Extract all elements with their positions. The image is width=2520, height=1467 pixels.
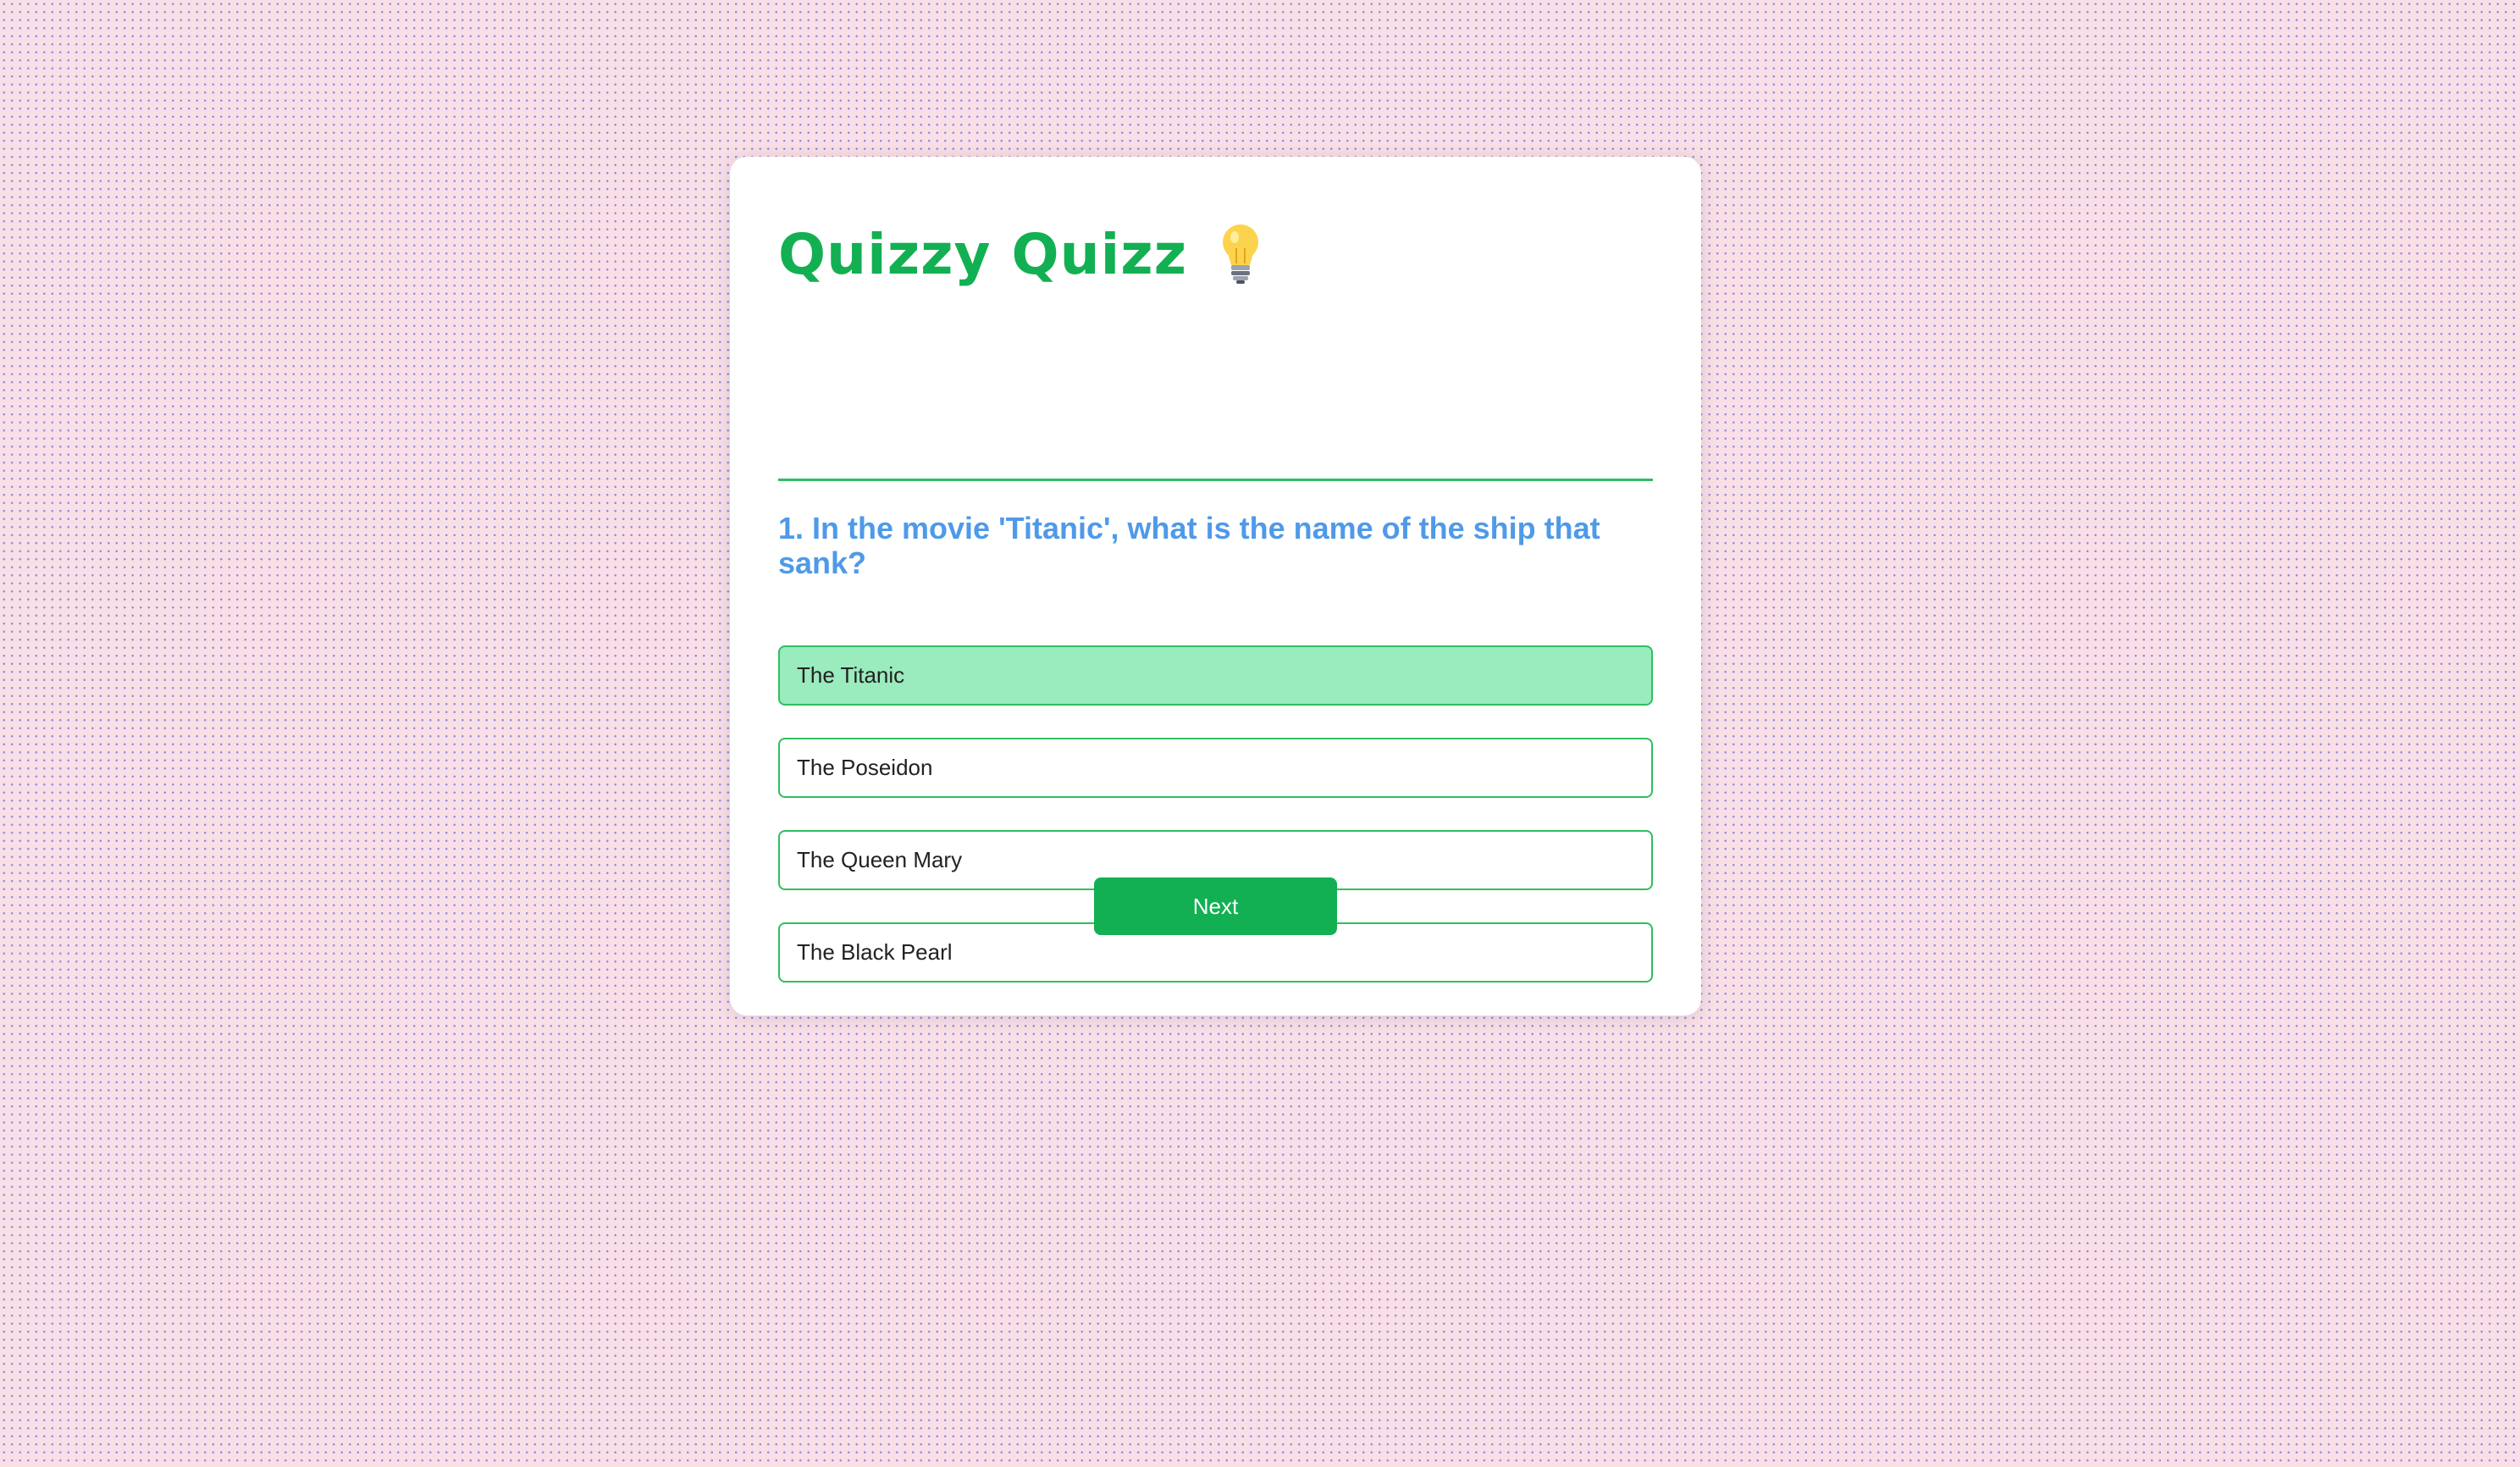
lightbulb-icon [1218,223,1263,285]
question-text: 1. In the movie 'Titanic', what is the n… [778,511,1600,580]
answer-option[interactable]: The Titanic [778,645,1653,706]
answer-label: The Titanic [797,662,905,688]
app-title: Quizzy Quizz [778,221,1188,287]
next-button[interactable]: Next [1094,877,1337,935]
header-divider [778,479,1653,481]
answer-label: The Poseidon [797,755,933,780]
answer-list: The Titanic The Poseidon The Queen Mary … [778,645,1653,1015]
quiz-header: Quizzy Quizz [778,208,1263,301]
quiz-card: Quizzy Quizz 1. In the movie 'Titanic', … [730,157,1701,1016]
answer-label: The Black Pearl [797,939,953,965]
answer-label: The Queen Mary [797,847,963,872]
answer-option[interactable]: The Poseidon [778,738,1653,798]
